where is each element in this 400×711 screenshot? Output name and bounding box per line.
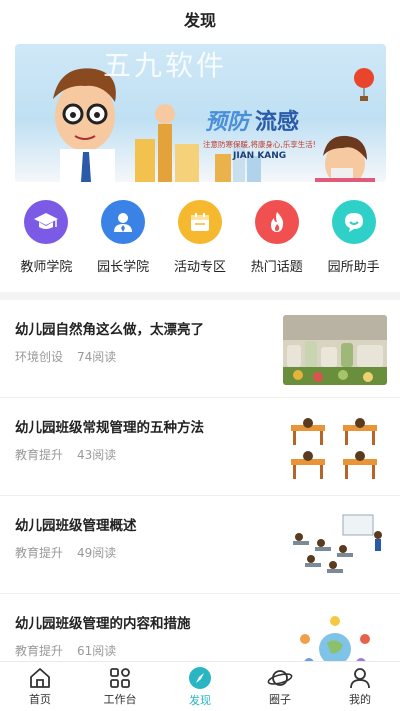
article-title: 幼儿园班级管理概述 (15, 518, 137, 534)
article-meta: 教育提升 49阅读 (15, 544, 116, 561)
article-meta: 教育提升 43阅读 (15, 446, 116, 463)
banner-subtitle: 注意防寒保暖,将康身心,乐享生活! (203, 140, 316, 149)
article-title: 幼儿园自然角这么做，太漂亮了 (15, 322, 204, 338)
category-label: 园所助手 (327, 260, 380, 275)
planet-icon (267, 669, 293, 686)
tab-circle[interactable]: 圈子 (240, 662, 320, 711)
category-school-assistant[interactable]: 园所助手 (317, 200, 391, 275)
category-label: 热门话题 (250, 260, 303, 275)
article-reads: 74阅读 (77, 350, 117, 364)
article-meta: 教育提升 61阅读 (15, 642, 116, 659)
home-icon (30, 667, 50, 688)
person-icon (101, 200, 146, 244)
section-divider (0, 292, 400, 300)
category-activity-zone[interactable]: 活动专区 (163, 200, 237, 275)
category-hot-topics[interactable]: 热门话题 (240, 200, 314, 275)
article-tag: 教育提升 (15, 546, 64, 560)
graduation-cap-icon (24, 200, 69, 244)
tab-label: 工作台 (103, 692, 137, 706)
article-thumbnail (283, 315, 387, 385)
chat-icon (331, 200, 376, 244)
grid-icon (110, 667, 130, 688)
tab-label: 圈子 (269, 692, 291, 706)
banner-headline: 预防 流感 (205, 104, 299, 136)
compass-icon (189, 666, 211, 689)
article-thumbnail (283, 511, 387, 581)
tab-home[interactable]: 首页 (0, 662, 80, 711)
article-thumbnail (283, 413, 387, 483)
article-reads: 61阅读 (77, 644, 117, 658)
category-label: 园长学院 (97, 260, 150, 275)
article-title: 幼儿园班级管理的内容和措施 (15, 616, 191, 632)
top-bar: 发现 (0, 0, 400, 38)
tab-label: 首页 (29, 692, 51, 706)
article-meta: 环境创设 74阅读 (15, 348, 116, 365)
watermark-text: 五九软件 (103, 49, 228, 82)
category-label: 教师学院 (20, 260, 73, 275)
article-title: 幼儿园班级常规管理的五种方法 (15, 420, 204, 436)
profile-icon (350, 667, 370, 688)
banner-headline-part2: 流感 (255, 110, 300, 135)
article-tag: 环境创设 (15, 350, 64, 364)
tab-label: 发现 (189, 693, 211, 707)
article-tag: 教育提升 (15, 448, 64, 462)
page-title: 发现 (183, 11, 216, 30)
calendar-icon (177, 200, 222, 244)
flame-icon (254, 200, 299, 244)
bottom-tab-bar: 首页 工作台 发现 圈子 我的 (0, 661, 400, 711)
category-principal-academy[interactable]: 园长学院 (86, 200, 160, 275)
article-tag: 教育提升 (15, 644, 64, 658)
tab-label: 我的 (349, 692, 371, 706)
tab-discover[interactable]: 发现 (160, 662, 240, 711)
category-row: 教师学院 园长学院 活动专区 热门话题 园所助手 (0, 200, 400, 275)
tab-profile[interactable]: 我的 (320, 662, 400, 711)
category-label: 活动专区 (173, 260, 226, 275)
banner-carousel[interactable]: 五九软件 预防 流感 注意防寒保暖,将康身心,乐享生活! JIAN KANG (15, 44, 386, 182)
article-reads: 43阅读 (77, 448, 117, 462)
article-item[interactable]: 幼儿园自然角这么做，太漂亮了 环境创设 74阅读 (0, 300, 400, 398)
category-teacher-academy[interactable]: 教师学院 (9, 200, 83, 275)
banner-headline-part1: 预防 (205, 110, 250, 135)
article-reads: 49阅读 (77, 546, 117, 560)
tab-workbench[interactable]: 工作台 (80, 662, 160, 711)
article-item[interactable]: 幼儿园班级管理概述 教育提升 49阅读 (0, 496, 400, 594)
banner-english: JIAN KANG (233, 151, 287, 161)
article-item[interactable]: 幼儿园班级常规管理的五种方法 教育提升 43阅读 (0, 398, 400, 496)
